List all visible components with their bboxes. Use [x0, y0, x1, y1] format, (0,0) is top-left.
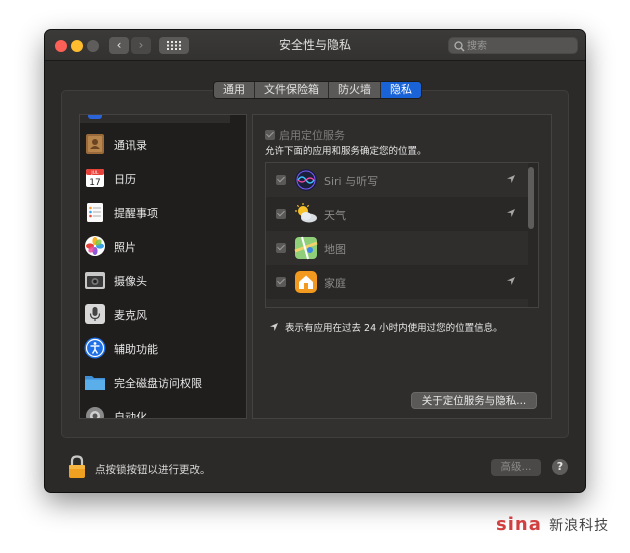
maps-icon — [294, 236, 318, 260]
location-arrow-icon — [270, 323, 278, 331]
enable-location-checkbox[interactable]: 启用定位服务 — [265, 127, 345, 143]
show-all-button[interactable] — [159, 37, 189, 54]
location-description: 允许下面的应用和服务确定您的位置。 — [265, 146, 427, 157]
list-item-camera[interactable]: 摄像头 — [80, 263, 230, 297]
help-button[interactable]: ? — [552, 459, 568, 475]
tab-bar: 通用 文件保险箱 防火墙 隐私 — [213, 81, 422, 99]
calendar-month: JUL — [90, 170, 99, 176]
folder-icon — [85, 376, 105, 390]
list-item-partial[interactable] — [80, 115, 230, 123]
weather-icon — [295, 203, 317, 223]
list-item-contacts[interactable]: 通讯录 — [80, 127, 230, 161]
zoom-window-button[interactable] — [87, 40, 99, 52]
camera-icon — [85, 272, 105, 289]
list-item-label: 辅助功能 — [114, 343, 158, 356]
accessibility-icon — [84, 337, 106, 359]
enable-location-label: 启用定位服务 — [279, 129, 345, 142]
list-item-label: 摄像头 — [114, 275, 147, 288]
location-services-pane: 启用定位服务 允许下面的应用和服务确定您的位置。 Siri 与听写 天气 地图 … — [252, 114, 552, 419]
list-item-reminders[interactable]: 提醒事项 — [80, 195, 230, 229]
list-item-full-disk-access[interactable]: 完全磁盘访问权限 — [80, 365, 230, 399]
list-item-label: 照片 — [114, 241, 136, 254]
tab-general[interactable]: 通用 — [214, 82, 255, 98]
watermark: sina 新浪科技 — [496, 514, 609, 535]
list-item-label: 通讯录 — [114, 139, 147, 152]
calendar-icon: JUL 17 — [86, 169, 104, 188]
location-apps-list[interactable]: Siri 与听写 天气 地图 家庭 — [265, 162, 539, 308]
checkbox-icon — [265, 130, 275, 140]
title-bar: ‹ › 安全性与隐私 — [45, 30, 585, 61]
siri-icon — [295, 169, 317, 191]
app-row-home[interactable]: 家庭 — [266, 265, 528, 299]
list-item-label: 自动化 — [114, 411, 147, 419]
app-label: Siri 与听写 — [324, 175, 379, 188]
list-item-microphone[interactable]: 麦克风 — [80, 297, 230, 331]
watermark-brand: sina — [496, 514, 542, 535]
home-icon — [295, 271, 317, 293]
app-checkbox[interactable] — [276, 209, 286, 219]
about-location-privacy-button[interactable]: 关于定位服务与隐私... — [411, 392, 537, 409]
app-row-weather[interactable]: 天气 — [266, 197, 528, 231]
list-item-label: 日历 — [114, 173, 136, 186]
app-row-maps[interactable]: 地图 — [266, 231, 528, 265]
list-item-automation[interactable]: 自动化 — [80, 399, 230, 419]
advanced-button[interactable]: 高级... — [491, 459, 541, 476]
app-checkbox[interactable] — [276, 277, 286, 287]
app-row-siri[interactable]: Siri 与听写 — [266, 163, 528, 197]
location-arrow-icon — [507, 175, 515, 183]
gear-icon — [86, 407, 104, 418]
grid-icon — [167, 41, 181, 50]
tab-privacy[interactable]: 隐私 — [381, 82, 421, 98]
back-button[interactable]: ‹ — [109, 37, 129, 54]
location-arrow-icon — [507, 277, 515, 285]
list-item-label: 提醒事项 — [114, 207, 158, 220]
app-label: 家庭 — [324, 277, 346, 290]
location-hint: 表示有应用在过去 24 小时内使用过您的位置信息。 — [269, 320, 503, 334]
app-label: 天气 — [324, 209, 346, 222]
contacts-icon — [86, 134, 104, 154]
calendar-day: 17 — [89, 178, 100, 188]
privacy-category-list[interactable]: 通讯录 JUL 17 日历 提醒事项 照片 摄像头 麦克风 辅助功能 完全磁盘访… — [79, 114, 247, 419]
forward-button[interactable]: › — [131, 37, 151, 54]
lock-hint-text: 点按锁按钮以进行更改。 — [95, 464, 211, 476]
list-item-photos[interactable]: 照片 — [80, 229, 230, 263]
window-title: 安全性与隐私 — [278, 38, 351, 52]
app-checkbox[interactable] — [276, 243, 286, 253]
reminders-icon — [87, 203, 103, 222]
search-input[interactable] — [467, 39, 573, 53]
location-hint-text: 表示有应用在过去 24 小时内使用过您的位置信息。 — [285, 323, 503, 334]
list-item-label: 完全磁盘访问权限 — [114, 377, 202, 390]
list-item-accessibility[interactable]: 辅助功能 — [80, 331, 230, 365]
location-arrow-icon — [507, 209, 515, 217]
tab-filevault[interactable]: 文件保险箱 — [255, 82, 329, 98]
app-label: 地图 — [324, 243, 346, 256]
search-field[interactable] — [448, 37, 578, 54]
preferences-window: ‹ › 安全性与隐私 通用 文件保险箱 防火墙 隐私 — [45, 30, 585, 492]
watermark-text: 新浪科技 — [549, 518, 610, 534]
tab-firewall[interactable]: 防火墙 — [329, 82, 381, 98]
location-services-icon — [88, 115, 102, 119]
photos-icon — [85, 236, 105, 256]
lock-icon[interactable] — [67, 455, 87, 479]
search-icon — [454, 41, 465, 52]
minimize-window-button[interactable] — [71, 40, 83, 52]
apps-scrollbar[interactable] — [528, 167, 534, 229]
microphone-icon — [85, 304, 105, 324]
close-window-button[interactable] — [55, 40, 67, 52]
list-item-calendar[interactable]: JUL 17 日历 — [80, 161, 230, 195]
app-checkbox[interactable] — [276, 175, 286, 185]
list-item-label: 麦克风 — [114, 309, 147, 322]
app-row-partial[interactable] — [266, 299, 528, 307]
